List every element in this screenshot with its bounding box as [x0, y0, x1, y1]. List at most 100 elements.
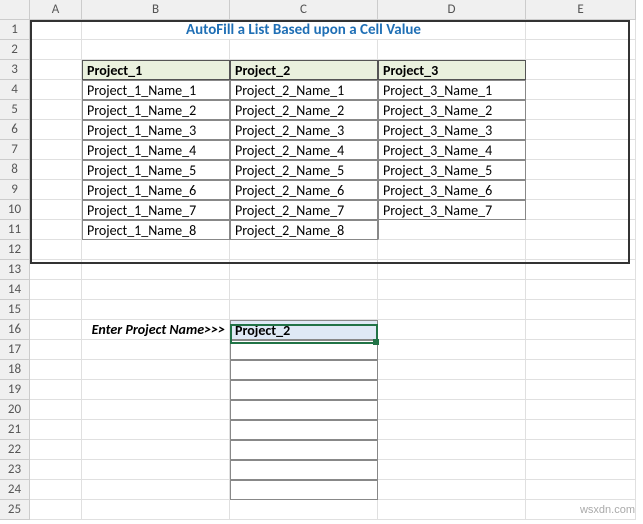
cell-D14[interactable]: [378, 280, 526, 300]
row-header-23[interactable]: 23: [0, 460, 30, 480]
cell-B12[interactable]: [82, 240, 230, 260]
cell-B13[interactable]: [82, 260, 230, 280]
cell-A3[interactable]: [30, 60, 82, 80]
cell-B21[interactable]: [82, 420, 230, 440]
cell-E18[interactable]: [526, 360, 636, 380]
cell-A22[interactable]: [30, 440, 82, 460]
col-header-E[interactable]: E: [526, 0, 636, 20]
cell-A23[interactable]: [30, 460, 82, 480]
row-header-5[interactable]: 5: [0, 100, 30, 120]
row-header-22[interactable]: 22: [0, 440, 30, 460]
cell-D20[interactable]: [378, 400, 526, 420]
cell-B11[interactable]: Project_1_Name_8: [82, 220, 230, 240]
title-cell[interactable]: AutoFill a List Based upon a Cell Value: [82, 20, 526, 40]
cell-B25[interactable]: [82, 500, 230, 520]
cell-C3[interactable]: Project_2: [230, 60, 378, 80]
cell-B23[interactable]: [82, 460, 230, 480]
cell-E12[interactable]: [526, 240, 636, 260]
cell-D24[interactable]: [378, 480, 526, 500]
cell-C23[interactable]: [230, 460, 378, 480]
row-header-10[interactable]: 10: [0, 200, 30, 220]
cell-B8[interactable]: Project_1_Name_5: [82, 160, 230, 180]
cell-B18[interactable]: [82, 360, 230, 380]
cell-E3[interactable]: [526, 60, 636, 80]
row-header-4[interactable]: 4: [0, 80, 30, 100]
cell-C9[interactable]: Project_2_Name_6: [230, 180, 378, 200]
cell-C22[interactable]: [230, 440, 378, 460]
cell-A18[interactable]: [30, 360, 82, 380]
row-header-24[interactable]: 24: [0, 480, 30, 500]
cell-B9[interactable]: Project_1_Name_6: [82, 180, 230, 200]
cell-C7[interactable]: Project_2_Name_4: [230, 140, 378, 160]
cell-B7[interactable]: Project_1_Name_4: [82, 140, 230, 160]
cell-A16[interactable]: [30, 320, 82, 340]
cell-A2[interactable]: [30, 40, 82, 60]
cell-E2[interactable]: [526, 40, 636, 60]
row-header-7[interactable]: 7: [0, 140, 30, 160]
cell-E24[interactable]: [526, 480, 636, 500]
col-header-A[interactable]: A: [30, 0, 82, 20]
cell-A5[interactable]: [30, 100, 82, 120]
cell-B14[interactable]: [82, 280, 230, 300]
cell-C25[interactable]: [230, 500, 378, 520]
cell-A17[interactable]: [30, 340, 82, 360]
cell-D11[interactable]: [378, 220, 526, 240]
cell-E14[interactable]: [526, 280, 636, 300]
cell-D25[interactable]: [378, 500, 526, 520]
cell-E9[interactable]: [526, 180, 636, 200]
cell-E20[interactable]: [526, 400, 636, 420]
cell-A1[interactable]: [30, 20, 82, 40]
cell-C21[interactable]: [230, 420, 378, 440]
row-header-13[interactable]: 13: [0, 260, 30, 280]
cell-B2[interactable]: [82, 40, 230, 60]
cell-C15[interactable]: [230, 300, 378, 320]
cell-E6[interactable]: [526, 120, 636, 140]
cell-D3[interactable]: Project_3: [378, 60, 526, 80]
row-header-11[interactable]: 11: [0, 220, 30, 240]
cell-A25[interactable]: [30, 500, 82, 520]
spreadsheet-grid[interactable]: A B C D E 1 AutoFill a List Based upon a…: [0, 0, 643, 520]
cell-A4[interactable]: [30, 80, 82, 100]
cell-A6[interactable]: [30, 120, 82, 140]
row-header-12[interactable]: 12: [0, 240, 30, 260]
cell-B15[interactable]: [82, 300, 230, 320]
cell-C10[interactable]: Project_2_Name_7: [230, 200, 378, 220]
cell-A14[interactable]: [30, 280, 82, 300]
row-header-1[interactable]: 1: [0, 20, 30, 40]
row-header-9[interactable]: 9: [0, 180, 30, 200]
cell-B24[interactable]: [82, 480, 230, 500]
cell-E11[interactable]: [526, 220, 636, 240]
cell-E4[interactable]: [526, 80, 636, 100]
row-header-14[interactable]: 14: [0, 280, 30, 300]
select-all-corner[interactable]: [0, 0, 30, 20]
cell-E8[interactable]: [526, 160, 636, 180]
cell-C8[interactable]: Project_2_Name_5: [230, 160, 378, 180]
cell-D8[interactable]: Project_3_Name_5: [378, 160, 526, 180]
project-input-cell[interactable]: Project_2: [230, 320, 378, 340]
cell-D19[interactable]: [378, 380, 526, 400]
cell-A20[interactable]: [30, 400, 82, 420]
cell-D12[interactable]: [378, 240, 526, 260]
cell-A13[interactable]: [30, 260, 82, 280]
cell-D13[interactable]: [378, 260, 526, 280]
row-header-18[interactable]: 18: [0, 360, 30, 380]
cell-D23[interactable]: [378, 460, 526, 480]
cell-D10[interactable]: Project_3_Name_7: [378, 200, 526, 220]
cell-E5[interactable]: [526, 100, 636, 120]
cell-D21[interactable]: [378, 420, 526, 440]
cell-C14[interactable]: [230, 280, 378, 300]
cell-C12[interactable]: [230, 240, 378, 260]
cell-C6[interactable]: Project_2_Name_3: [230, 120, 378, 140]
row-header-3[interactable]: 3: [0, 60, 30, 80]
cell-D17[interactable]: [378, 340, 526, 360]
cell-B22[interactable]: [82, 440, 230, 460]
cell-A24[interactable]: [30, 480, 82, 500]
cell-D9[interactable]: Project_3_Name_6: [378, 180, 526, 200]
cell-A7[interactable]: [30, 140, 82, 160]
cell-D22[interactable]: [378, 440, 526, 460]
cell-C2[interactable]: [230, 40, 378, 60]
cell-C19[interactable]: [230, 380, 378, 400]
cell-E17[interactable]: [526, 340, 636, 360]
row-header-19[interactable]: 19: [0, 380, 30, 400]
cell-E15[interactable]: [526, 300, 636, 320]
